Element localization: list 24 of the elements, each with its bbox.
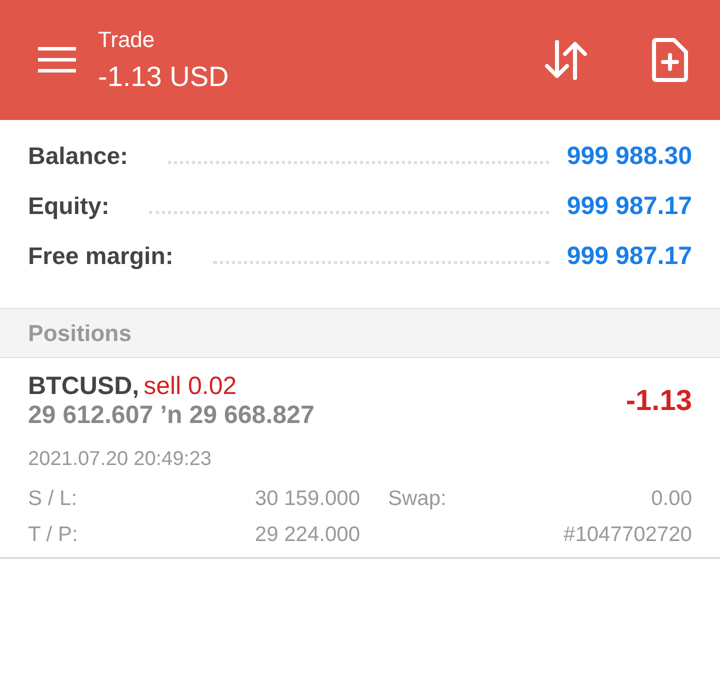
screen-title: Trade xyxy=(98,27,156,53)
detail-label: Swap: xyxy=(387,487,448,511)
detail-label: S / L: xyxy=(28,487,78,511)
menu-icon[interactable] xyxy=(38,47,76,73)
detail-value: 30 159.000 xyxy=(254,487,360,511)
account-value: 999 987.17 xyxy=(566,192,692,221)
profit-total: -1.13 USD xyxy=(98,61,230,93)
sort-arrows-icon[interactable] xyxy=(544,40,590,80)
symbol-label: BTCUSD, xyxy=(28,372,140,400)
open-time: 2021.07.20 20:49:23 xyxy=(28,448,213,471)
price-range: 29 612.607 ’n 29 668.827 xyxy=(28,401,314,430)
account-label: Balance: xyxy=(28,143,128,171)
account-label: Free margin: xyxy=(28,243,174,271)
new-document-icon[interactable] xyxy=(652,38,688,82)
detail-label: T / P: xyxy=(28,523,79,547)
account-value: 999 988.30 xyxy=(566,142,692,171)
account-label: Equity: xyxy=(28,193,110,221)
order-side: sell 0.02 xyxy=(144,372,237,400)
position-profit: -1.13 xyxy=(626,384,692,418)
detail-value: 0.00 xyxy=(650,487,692,511)
section-title: Positions xyxy=(28,320,132,346)
account-value: 999 987.17 xyxy=(566,242,692,271)
detail-value: 29 224.000 xyxy=(254,523,360,547)
ticket-number: #1047702720 xyxy=(562,523,692,547)
